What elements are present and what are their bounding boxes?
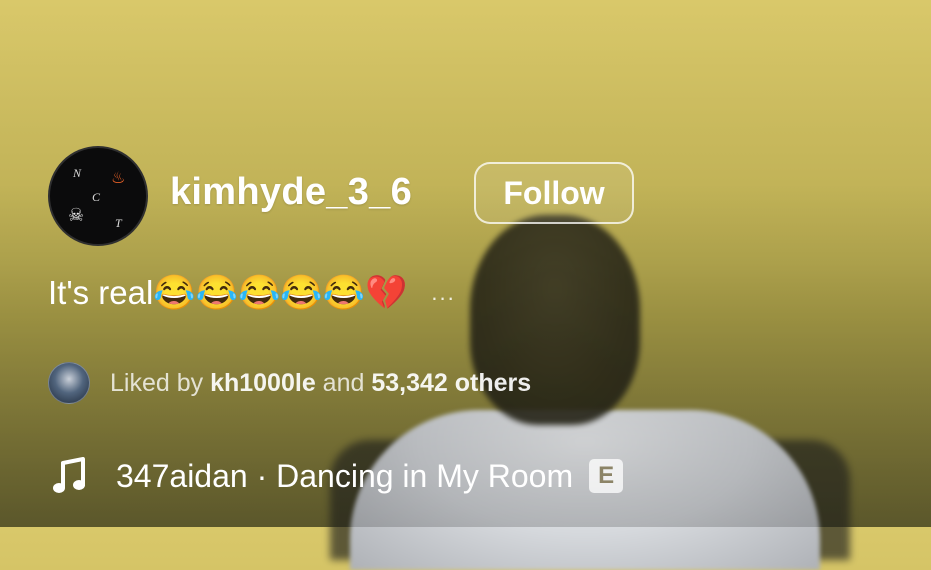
user-avatar[interactable]: N C T ♨ ☠ (48, 146, 148, 246)
caption[interactable]: It's real 😂 😂 😂 😂 😂 💔 ... (48, 274, 456, 312)
laughing-emoji: 😂 (280, 274, 323, 312)
likes-count[interactable]: 53,342 others (371, 369, 531, 398)
avatar-letter-c: C (92, 190, 101, 204)
video-overlay (0, 0, 931, 527)
username-link[interactable]: kimhyde_3_6 (170, 171, 412, 214)
laughing-emoji: 😂 (195, 274, 239, 312)
skull-icon: ☠ (68, 205, 85, 225)
liked-by-conjunction: and (322, 368, 365, 397)
video-background[interactable] (0, 0, 931, 570)
flame-icon: ♨ (111, 170, 126, 187)
music-info[interactable]: 347aidan · Dancing in My Room E (52, 457, 624, 495)
broken-heart-emoji: 💔 (365, 274, 408, 312)
music-separator: · (256, 457, 268, 494)
avatar-letter-n: N (73, 166, 82, 180)
laughing-emoji: 😂 (153, 274, 196, 312)
liked-by-user[interactable]: kh1000le (210, 369, 316, 398)
laughing-emoji: 😂 (238, 274, 281, 312)
liker-avatar[interactable] (48, 362, 90, 404)
music-note-icon (53, 457, 85, 493)
laughing-emoji: 😂 (322, 274, 366, 312)
follow-button[interactable]: Follow (474, 162, 634, 224)
avatar-letter-t: T (115, 216, 122, 230)
caption-text: It's real (48, 274, 154, 311)
explicit-badge: E (589, 459, 624, 493)
music-artist: 347aidan (116, 457, 248, 494)
liked-by-prefix: Liked by (110, 368, 204, 397)
music-title: Dancing in My Room (276, 457, 574, 494)
liked-by-row[interactable]: Liked by kh1000le and 53,342 others (48, 362, 531, 404)
caption-more[interactable]: ... (431, 280, 455, 306)
